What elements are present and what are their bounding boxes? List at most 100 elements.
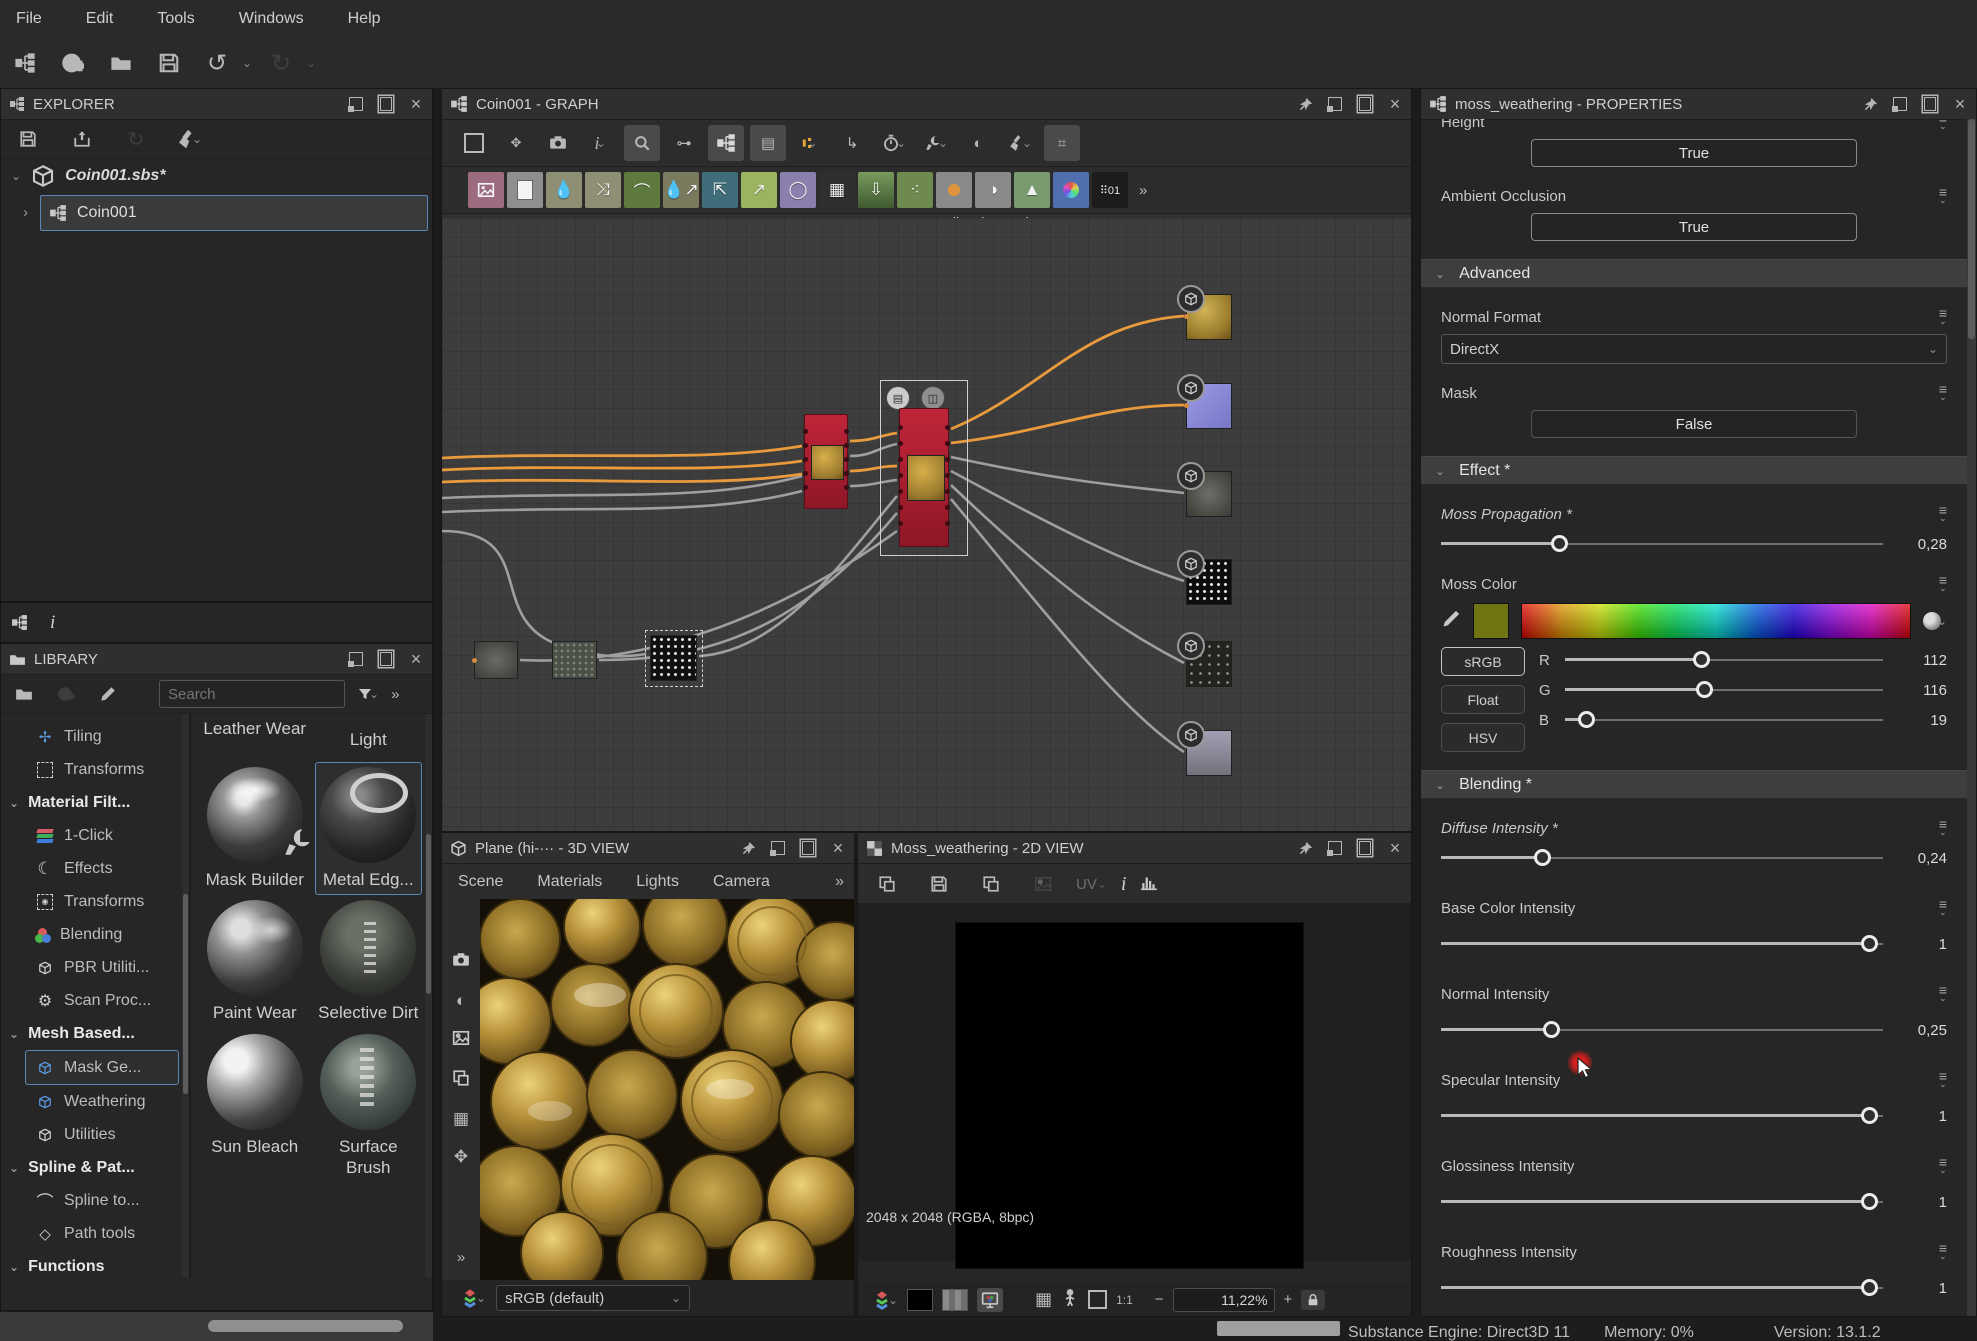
view2d-float-button[interactable] (1327, 840, 1343, 856)
graph-output-height[interactable] (1186, 641, 1232, 687)
menu-scene[interactable]: Scene (458, 873, 503, 891)
category-effects[interactable]: ☾Effects (1, 852, 189, 885)
properties-close-button[interactable]: × (1952, 96, 1968, 112)
library-category-scrollbar[interactable] (182, 714, 189, 1277)
normal-format-preset-icon[interactable]: ≡⌄ (1939, 308, 1947, 326)
category-pbr-utilities[interactable]: PBR Utiliti... (1, 951, 189, 984)
graph-output-basecolor[interactable] (1186, 294, 1232, 340)
copy-image-icon[interactable] (972, 865, 1010, 903)
properties-maximize-button[interactable] (1922, 96, 1938, 112)
library-close-button[interactable]: × (408, 651, 424, 667)
info-icon[interactable]: i (50, 612, 55, 634)
height-toggle-button[interactable]: True (1531, 139, 1857, 167)
save-button[interactable] (150, 44, 188, 82)
transform-tool-icon[interactable]: ✥ (454, 1147, 468, 1167)
moss-propagation-slider[interactable]: 0,28 (1441, 533, 1947, 555)
category-transforms[interactable]: Transforms (1, 753, 189, 786)
category-functions[interactable]: ⌄Functions (1, 1250, 189, 1277)
duplicate-view-icon[interactable] (868, 865, 906, 903)
graph-node-blend-1[interactable] (804, 414, 848, 509)
roughness-intensity-slider[interactable]: 1 (1441, 1277, 1947, 1299)
undo-history-chevron[interactable]: ⌄ (242, 56, 252, 70)
graph-node-texture-2[interactable] (552, 641, 597, 679)
category-mask-generators[interactable]: Mask Ge... (25, 1050, 179, 1085)
connection-icon[interactable]: ↳ (834, 125, 870, 161)
graph-output-metallic[interactable] (1186, 559, 1232, 605)
actual-pixels-icon[interactable]: 1:1 (1116, 1293, 1133, 1307)
graph-expand-icon[interactable]: › (23, 204, 28, 221)
eyedropper-icon[interactable] (1441, 609, 1461, 633)
category-utilities[interactable]: Utilities (1, 1118, 189, 1151)
category-scan-processing[interactable]: ⚙Scan Proc... (1, 984, 189, 1017)
background-gray-swatch[interactable] (942, 1289, 968, 1311)
uniform-color-node-tile[interactable]: ◑ (975, 172, 1011, 208)
library-item-surface-brush[interactable]: Surface Brush (315, 1029, 423, 1184)
specular-intensity-slider[interactable]: 1 (1441, 1105, 1947, 1127)
warp-node-tile[interactable]: 💧↗ (663, 172, 699, 208)
explorer-maximize-button[interactable] (378, 96, 394, 112)
view3d-viewport[interactable] (480, 899, 854, 1280)
library-item-paint-wear[interactable]: Paint Wear (201, 895, 309, 1028)
tiling-grid-icon[interactable]: ▦ (1035, 1289, 1052, 1310)
view2d-pin-button[interactable] (1297, 840, 1313, 856)
library-item-selective-dirt[interactable]: Selective Dirt (315, 895, 423, 1028)
background-black-swatch[interactable] (907, 1289, 933, 1311)
diffuse-intensity-preset-icon[interactable]: ≡⌄ (1939, 819, 1947, 837)
library-item-metal-edge[interactable]: Metal Edg... (315, 762, 423, 895)
histogram-icon[interactable] (1140, 873, 1158, 895)
menu-edit[interactable]: Edit (86, 10, 114, 28)
category-spline-pattern[interactable]: ⌄Spline & Pat... (1, 1151, 189, 1184)
library-search-input[interactable] (159, 680, 345, 708)
height-blend-node-tile[interactable]: ⇩ (858, 172, 894, 208)
view3d-menu-overflow[interactable]: » (835, 873, 844, 891)
screenshot-icon[interactable] (540, 125, 576, 161)
view3d-maximize-button[interactable] (800, 840, 816, 856)
graph-node-texture-1[interactable] (474, 641, 518, 679)
glossiness-intensity-preset-icon[interactable]: ≡⌄ (1939, 1157, 1947, 1175)
tile-sampler-node-tile[interactable]: ▦ (819, 172, 855, 208)
moss-color-swatch[interactable] (1473, 603, 1509, 639)
explorer-close-button[interactable]: × (408, 96, 424, 112)
properties-scrollbar[interactable] (1967, 119, 1976, 1316)
shape-node-tile[interactable]: ◯ (780, 172, 816, 208)
safe-transform-node-tile[interactable]: ⇱ (702, 172, 738, 208)
view3d-side-overflow[interactable]: » (457, 1249, 465, 1266)
uv-dropdown[interactable]: UV⌄ (1076, 876, 1107, 893)
library-maximize-button[interactable] (378, 651, 394, 667)
category-material-filters[interactable]: ⌄Material Filt... (1, 786, 189, 819)
height-preset-icon[interactable]: ≡⌄ (1939, 119, 1947, 131)
library-float-button[interactable] (348, 651, 364, 667)
normal-intensity-slider[interactable]: 0,25 (1441, 1019, 1947, 1041)
publish-button[interactable] (54, 44, 92, 82)
new-substance-button[interactable] (6, 44, 44, 82)
library-item-sun-bleach[interactable]: Sun Bleach (201, 1029, 309, 1184)
moss-color-preset-icon[interactable]: ≡⌄ (1939, 575, 1947, 593)
green-slider[interactable]: G 116 (1539, 679, 1947, 701)
dependencies-icon[interactable]: ⑆⌄ (792, 125, 828, 161)
colorspace-dropdown[interactable]: sRGB (default)⌄ (496, 1285, 690, 1311)
undo-button[interactable]: ↺ (198, 44, 236, 82)
display-filter-icon[interactable] (977, 1288, 1003, 1312)
hsl-node-tile[interactable] (1053, 172, 1089, 208)
category-1-click[interactable]: 1-Click (1, 819, 189, 852)
color-spectrum-bar[interactable] (1521, 603, 1911, 639)
library-item-mask-builder[interactable]: Mask Builder (201, 762, 309, 895)
palette-overflow[interactable]: » (1139, 182, 1147, 199)
info-display-icon[interactable]: i⌄ (582, 125, 618, 161)
effect-section-header[interactable]: ⌄ Effect * (1421, 456, 1967, 485)
tools-icon[interactable]: ⌄ (918, 125, 954, 161)
graph-close-button[interactable]: × (1387, 96, 1403, 112)
view3d-float-button[interactable] (770, 840, 786, 856)
search-icon[interactable] (624, 125, 660, 161)
srgb-mode-button[interactable]: sRGB (1441, 647, 1525, 676)
explorer-float-button[interactable] (348, 96, 364, 112)
camera-tool-icon[interactable] (452, 951, 470, 973)
red-slider[interactable]: R 112 (1539, 649, 1947, 671)
open-button[interactable] (102, 44, 140, 82)
scatter-node-tile[interactable]: ⁖ (897, 172, 933, 208)
bit-depth-node-tile[interactable]: ⠿01 (1092, 172, 1128, 208)
menu-lights[interactable]: Lights (636, 873, 679, 891)
layering-icon[interactable]: ▤ (750, 125, 786, 161)
base-color-intensity-slider[interactable]: 1 (1441, 933, 1947, 955)
advanced-section-header[interactable]: ⌄ Advanced (1421, 259, 1967, 288)
